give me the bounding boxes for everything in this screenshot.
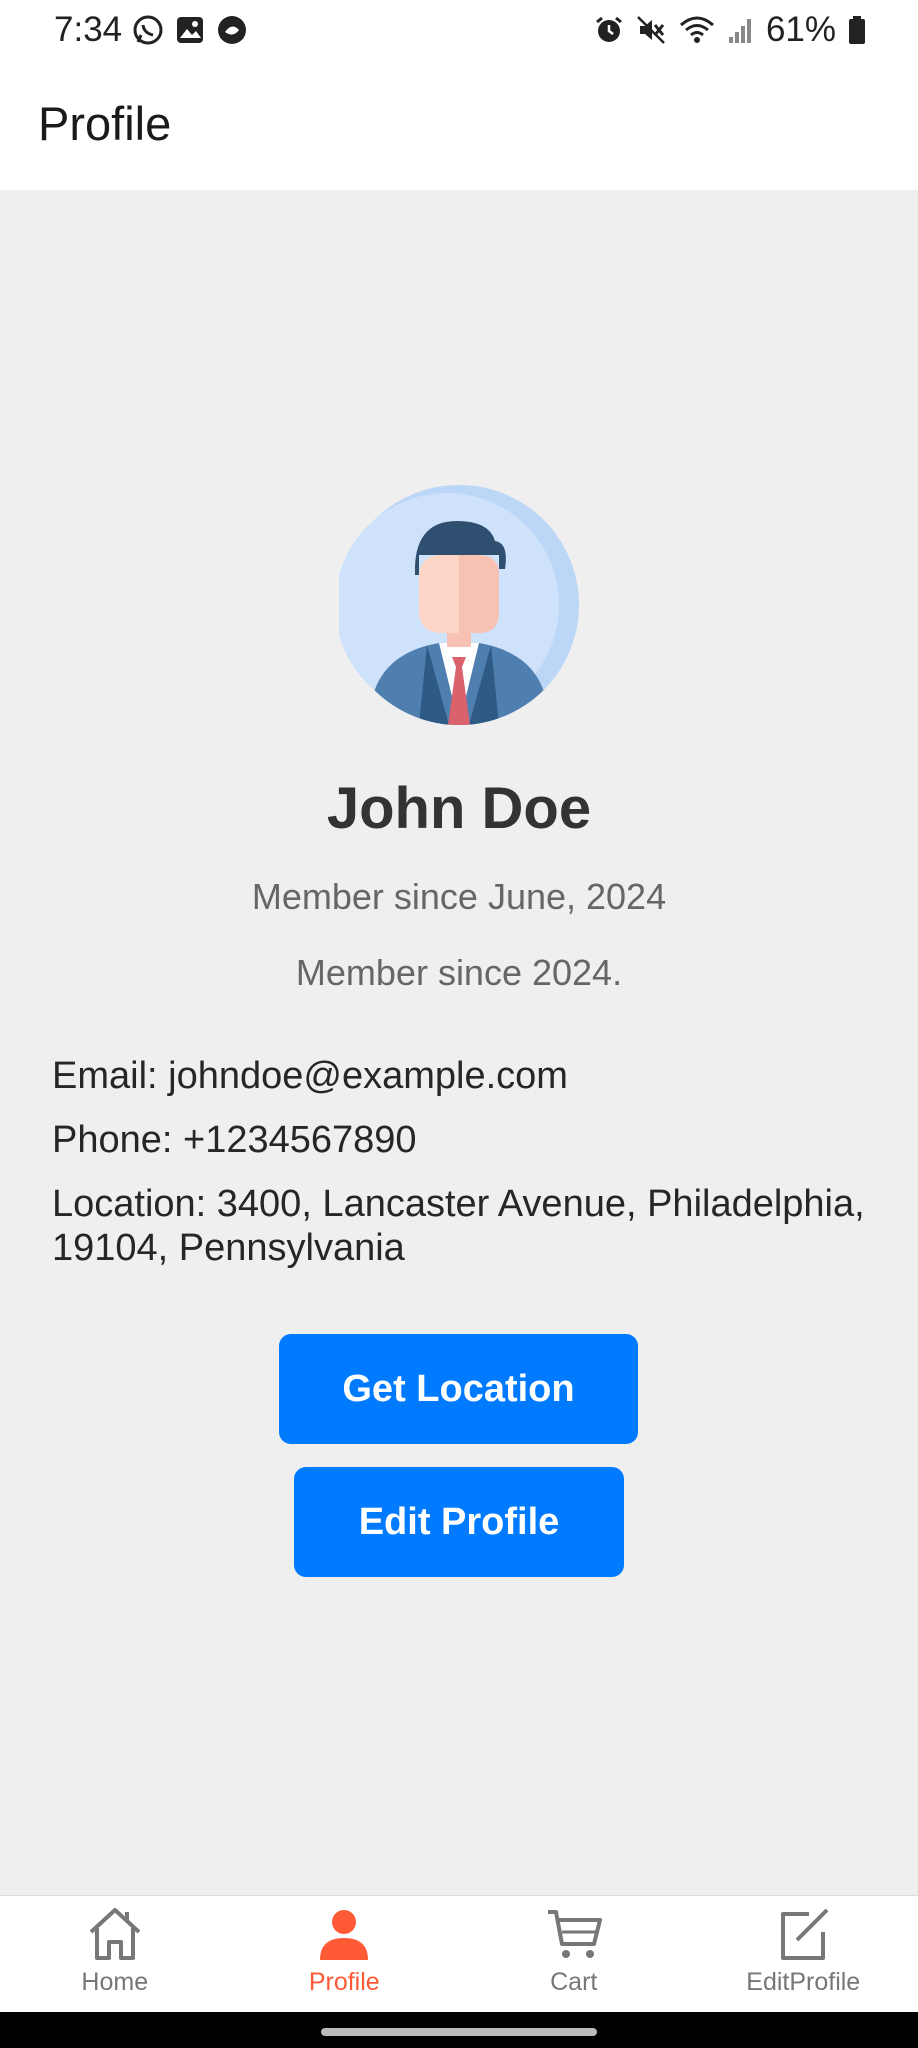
gallery-icon bbox=[177, 17, 203, 43]
status-right: 61% bbox=[594, 10, 866, 50]
app-notification-icon bbox=[218, 16, 246, 44]
alarm-icon bbox=[596, 16, 622, 42]
phone-text: Phone: +1234567890 bbox=[52, 1119, 417, 1161]
member-since: Member since June, 2024 bbox=[251, 876, 667, 917]
location-text: Location: 3400, Lancaster Avenue, Philad… bbox=[52, 1183, 865, 1269]
member-since-year: Member since 2024. bbox=[295, 952, 623, 993]
bottom-nav: Home Profile Cart EditProfile bbox=[0, 1895, 918, 2012]
mute-icon bbox=[637, 16, 665, 44]
whatsapp-icon bbox=[133, 15, 163, 45]
get-location-button[interactable]: Get Location bbox=[279, 1334, 638, 1444]
status-time: 7:34 bbox=[54, 10, 123, 49]
battery-percent: 61% bbox=[765, 10, 836, 49]
profile-name: John Doe bbox=[326, 776, 592, 841]
edit-profile-button[interactable]: Edit Profile bbox=[294, 1467, 624, 1577]
avatar bbox=[339, 485, 579, 725]
status-left-icons bbox=[132, 14, 248, 46]
app-bar: Profile bbox=[0, 62, 918, 190]
nav-label-profile: Profile bbox=[308, 1968, 380, 1996]
email-text: Email: johndoe@example.com bbox=[52, 1055, 568, 1097]
edit-icon bbox=[781, 1908, 829, 1960]
battery-icon bbox=[849, 16, 865, 44]
profile-content: John Doe Member since June, 2024 Member … bbox=[0, 190, 918, 1895]
nav-label-home: Home bbox=[81, 1968, 149, 1996]
nav-item-editprofile[interactable]: EditProfile bbox=[689, 1896, 918, 2012]
nav-label-cart: Cart bbox=[550, 1968, 598, 1996]
nav-item-home[interactable]: Home bbox=[0, 1896, 230, 2012]
person-icon bbox=[320, 1910, 369, 1960]
nav-label-editprofile: EditProfile bbox=[746, 1968, 861, 1996]
nav-item-profile[interactable]: Profile bbox=[230, 1896, 460, 2012]
wifi-icon bbox=[679, 16, 714, 43]
cart-icon bbox=[547, 1910, 602, 1958]
home-icon bbox=[89, 1908, 141, 1960]
gesture-handle[interactable] bbox=[321, 2028, 597, 2036]
gesture-bar bbox=[0, 2012, 918, 2048]
signal-icon bbox=[728, 19, 751, 43]
page-title: Profile bbox=[38, 97, 172, 150]
status-bar: 7:34 61% bbox=[0, 0, 918, 62]
nav-item-cart[interactable]: Cart bbox=[459, 1896, 689, 2012]
